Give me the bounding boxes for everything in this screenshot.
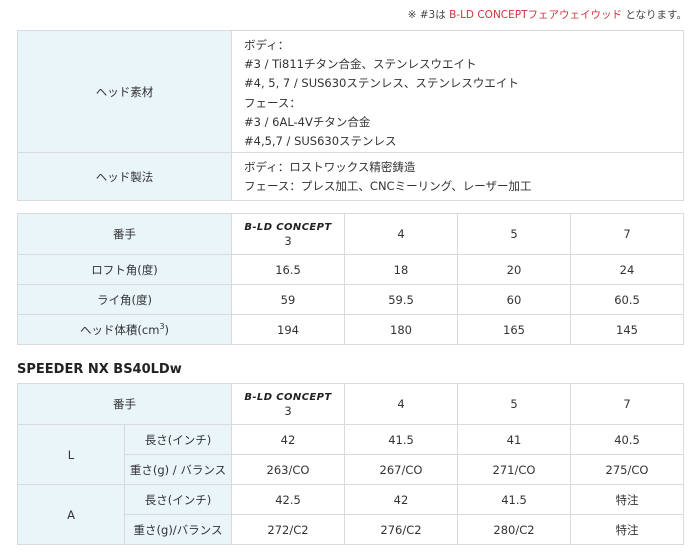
row-label: 重さ(g) / バランス xyxy=(124,454,232,485)
table-cell: 267/CO xyxy=(344,454,458,485)
head-method-value: ボディ：ロストワックス精密鋳造 フェース：プレス加工、CNCミーリング、レーザー… xyxy=(231,152,684,201)
column-number: 3 xyxy=(284,403,292,418)
table-cell: 60.5 xyxy=(570,284,684,315)
table-row: A 長さ(インチ) 42.5 42 41.5 特注 xyxy=(17,484,684,545)
text-line: #4,5,7 / SUS630ステンレス xyxy=(244,134,397,149)
text-line: フェース： xyxy=(244,95,301,110)
table-row: ロフト角(度) 16.5 18 20 24 xyxy=(17,254,684,285)
table-row: L 長さ(インチ) 42 41.5 41 40.5 xyxy=(17,424,684,485)
table-cell: 41.5 xyxy=(457,484,571,515)
head-spec-table: 番手 B-LD CONCEPT 3 4 5 7 ロフト角(度) 16.5 18 … xyxy=(17,213,684,345)
footnote-suffix: となります。 xyxy=(622,9,687,21)
footnote-highlight-link[interactable]: B-LD CONCEPTフェアウェイウッド xyxy=(449,9,622,21)
table-cell: 165 xyxy=(457,314,571,345)
text-line: #3 / 6AL-4Vチタン合金 xyxy=(244,114,371,129)
table-row: ヘッド素材 ボディ： #3 / Ti811チタン合金、ステンレスウエイト #4,… xyxy=(17,30,684,153)
column-number: 3 xyxy=(284,233,292,248)
column-header: B-LD CONCEPT 3 xyxy=(231,383,345,425)
column-header: B-LD CONCEPT 3 xyxy=(231,213,345,255)
table-cell: 42.5 xyxy=(231,484,345,515)
text-line: ボディ：ロストワックス精密鋳造 xyxy=(244,160,416,174)
table-cell: 59.5 xyxy=(344,284,458,315)
column-header: 7 xyxy=(570,213,684,255)
flex-label: L xyxy=(17,424,125,485)
table-cell: 180 xyxy=(344,314,458,345)
b-ld-concept-logo: B-LD CONCEPT xyxy=(244,221,332,233)
row-label: ヘッド体積(cm3) xyxy=(17,314,232,345)
row-label: ヘッド素材 xyxy=(17,30,232,153)
label-text: ) xyxy=(164,322,170,337)
row-label: ロフト角(度) xyxy=(17,254,232,285)
table-cell: 145 xyxy=(570,314,684,345)
row-label: 重さ(g)/バランス xyxy=(124,514,232,545)
head-material-table: ヘッド素材 ボディ： #3 / Ti811チタン合金、ステンレスウエイト #4,… xyxy=(17,30,684,201)
column-header: 5 xyxy=(457,213,571,255)
row-label: ヘッド製法 xyxy=(17,152,232,201)
table-cell: 41.5 xyxy=(344,424,458,455)
table-cell: 40.5 xyxy=(570,424,684,455)
table-cell: 263/CO xyxy=(231,454,345,485)
table-cell: 特注 xyxy=(570,484,684,515)
table-header-row: 番手 B-LD CONCEPT 3 4 5 7 xyxy=(17,213,684,255)
table-row: ヘッド製法 ボディ：ロストワックス精密鋳造 フェース：プレス加工、CNCミーリン… xyxy=(17,152,684,201)
table-cell: 18 xyxy=(344,254,458,285)
table-cell: 275/CO xyxy=(570,454,684,485)
table-row: ライ角(度) 59 59.5 60 60.5 xyxy=(17,284,684,315)
table-cell: 24 xyxy=(570,254,684,285)
header-label: 番手 xyxy=(17,213,232,255)
column-header: 4 xyxy=(344,383,458,425)
table-cell: 60 xyxy=(457,284,571,315)
flex-label: A xyxy=(17,484,125,545)
table-cell: 42 xyxy=(231,424,345,455)
table-cell: 280/C2 xyxy=(457,514,571,545)
table-cell: 特注 xyxy=(570,514,684,545)
table-cell: 20 xyxy=(457,254,571,285)
column-header: 7 xyxy=(570,383,684,425)
footnote: ※ #3は B-LD CONCEPTフェアウェイウッド となります。 xyxy=(408,7,687,22)
header-label: 番手 xyxy=(17,383,232,425)
table-row: ヘッド体積(cm3) 194 180 165 145 xyxy=(17,314,684,345)
row-label: 長さ(インチ) xyxy=(124,484,232,515)
shaft-section-title: SPEEDER NX BS40LDw xyxy=(17,362,182,377)
table-cell: 276/C2 xyxy=(344,514,458,545)
text-line: #4, 5, 7 / SUS630ステンレス、ステンレスウエイト xyxy=(244,76,519,91)
text-line: #3 / Ti811チタン合金、ステンレスウエイト xyxy=(244,57,477,72)
label-text: ヘッド体積(cm xyxy=(79,322,160,337)
head-material-value: ボディ： #3 / Ti811チタン合金、ステンレスウエイト #4, 5, 7 … xyxy=(231,30,684,153)
text-line: ボディ： xyxy=(244,38,290,52)
table-cell: 271/CO xyxy=(457,454,571,485)
table-cell: 194 xyxy=(231,314,345,345)
row-label: ライ角(度) xyxy=(17,284,232,315)
table-cell: 16.5 xyxy=(231,254,345,285)
shaft-spec-table: 番手 B-LD CONCEPT 3 4 5 7 L 長さ(インチ) 42 41.… xyxy=(17,383,684,545)
row-label: 長さ(インチ) xyxy=(124,424,232,455)
b-ld-concept-logo: B-LD CONCEPT xyxy=(244,391,332,403)
column-header: 4 xyxy=(344,213,458,255)
footnote-prefix: ※ #3は xyxy=(407,9,450,21)
text-line: フェース：プレス加工、CNCミーリング、レーザー加工 xyxy=(244,179,532,194)
table-cell: 42 xyxy=(344,484,458,515)
table-cell: 272/C2 xyxy=(231,514,345,545)
table-cell: 41 xyxy=(457,424,571,455)
table-cell: 59 xyxy=(231,284,345,315)
table-header-row: 番手 B-LD CONCEPT 3 4 5 7 xyxy=(17,383,684,425)
column-header: 5 xyxy=(457,383,571,425)
